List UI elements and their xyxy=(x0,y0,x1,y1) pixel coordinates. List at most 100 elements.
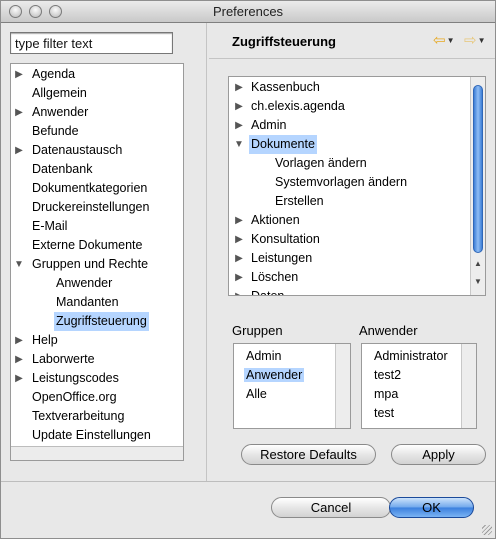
rights-vertical-scrollbar[interactable]: ▲ ▼ xyxy=(470,77,485,295)
nav-item[interactable]: ▶ Datenaustausch xyxy=(11,141,183,160)
item-label: Daten xyxy=(251,289,285,296)
nav-item[interactable]: Zugriffsteuerung xyxy=(11,312,183,331)
item-label: ch.elexis.agenda xyxy=(251,99,345,113)
item-label: Erstellen xyxy=(275,194,324,208)
item-label: Leistungscodes xyxy=(32,371,119,385)
collapsed-arrow-icon[interactable]: ▶ xyxy=(14,103,24,122)
rights-list: ▶ Kassenbuch ▶ ch.elexis.agenda ▶ Admin ▼ Dokum… xyxy=(229,77,485,296)
nav-item[interactable]: E-Mail xyxy=(11,217,183,236)
restore-defaults-button[interactable]: Restore Defaults xyxy=(241,444,376,465)
item-label: Datenaustausch xyxy=(32,143,123,157)
ok-button[interactable]: OK xyxy=(389,497,474,518)
item-label: Systemvorlagen ändern xyxy=(275,175,408,189)
nav-item[interactable]: OpenOffice.org xyxy=(11,388,183,407)
item-label: Anwender xyxy=(56,276,113,290)
collapsed-arrow-icon[interactable]: ▶ xyxy=(14,331,24,350)
nav-item[interactable]: ▶ Laborwerte xyxy=(11,350,183,369)
item-label: Mandanten xyxy=(56,295,119,309)
collapsed-arrow-icon[interactable]: ▶ xyxy=(234,97,244,116)
preference-nav-tree[interactable]: ▶ Agenda Allgemein ▶ Anwender Befunde ▶ Datenau… xyxy=(10,63,184,461)
header-divider xyxy=(209,58,495,59)
item-label: Textverarbeitung xyxy=(32,409,125,423)
nav-item[interactable]: Externe Dokumente xyxy=(11,236,183,255)
scroll-up-arrow-icon[interactable]: ▲ xyxy=(471,259,485,268)
rights-item[interactable]: ▶ Konsultation xyxy=(229,230,485,249)
forward-arrow-icon: ⇨ xyxy=(464,32,477,49)
scrollbar-thumb[interactable] xyxy=(473,85,483,253)
rights-item[interactable]: Erstellen xyxy=(229,192,485,211)
rights-item[interactable]: ▶ Leistungen xyxy=(229,249,485,268)
expanded-arrow-icon[interactable]: ▼ xyxy=(234,135,244,154)
list-item-label: test2 xyxy=(374,368,402,382)
nav-item[interactable]: Dokumentkategorien xyxy=(11,179,183,198)
item-label: Zugriffsteuerung xyxy=(54,312,149,331)
nav-item[interactable]: ▼ Gruppen und Rechte xyxy=(11,255,183,274)
resize-grip-icon[interactable] xyxy=(482,525,492,535)
nav-item[interactable]: ▶ Leistungscodes xyxy=(11,369,183,388)
forward-button[interactable]: ⇨▼ xyxy=(464,33,486,49)
scroll-down-arrow-icon[interactable]: ▼ xyxy=(471,277,485,286)
nav-item[interactable]: Datenbank xyxy=(11,160,183,179)
rights-item[interactable]: ▶ Kassenbuch xyxy=(229,78,485,97)
apply-button[interactable]: Apply xyxy=(391,444,486,465)
nav-item[interactable]: Allgemein xyxy=(11,84,183,103)
item-label: Help xyxy=(32,333,58,347)
collapsed-arrow-icon[interactable]: ▶ xyxy=(14,65,24,84)
collapsed-arrow-icon[interactable]: ▶ xyxy=(234,249,244,268)
nav-horizontal-scrollbar[interactable] xyxy=(11,446,183,460)
collapsed-arrow-icon[interactable]: ▶ xyxy=(234,116,244,135)
collapsed-arrow-icon[interactable]: ▶ xyxy=(14,141,24,160)
collapsed-arrow-icon[interactable]: ▶ xyxy=(14,350,24,369)
collapsed-arrow-icon[interactable]: ▶ xyxy=(14,369,24,388)
back-button[interactable]: ⇦▼ xyxy=(433,33,455,49)
nav-item[interactable]: Befunde xyxy=(11,122,183,141)
nav-item[interactable]: Mandanten xyxy=(11,293,183,312)
groups-list[interactable]: Admin Anwender Alle xyxy=(233,343,351,429)
nav-item[interactable]: Anwender xyxy=(11,274,183,293)
collapsed-arrow-icon[interactable]: ▶ xyxy=(234,287,244,295)
list-item-label: test xyxy=(374,406,395,420)
item-label: Datenbank xyxy=(32,162,93,176)
rights-item[interactable]: ▼ Dokumente xyxy=(229,135,485,154)
rights-item[interactable]: ▶ Daten xyxy=(229,287,485,296)
collapsed-arrow-icon[interactable]: ▶ xyxy=(234,230,244,249)
filter-input[interactable] xyxy=(10,32,173,54)
pane-divider[interactable] xyxy=(206,23,207,481)
list-item-label: Anwender xyxy=(244,368,305,382)
rights-item[interactable]: ▶ Aktionen xyxy=(229,211,485,230)
collapsed-arrow-icon[interactable]: ▶ xyxy=(234,211,244,230)
list-item-label: mpa xyxy=(374,387,399,401)
users-scrollbar[interactable] xyxy=(461,344,476,428)
item-label: Löschen xyxy=(251,270,299,284)
rights-item[interactable]: ▶ ch.elexis.agenda xyxy=(229,97,485,116)
title-bar[interactable]: Preferences xyxy=(1,1,495,23)
nav-item[interactable]: Textverarbeitung xyxy=(11,407,183,426)
users-rows: Administrator test2 mpa test xyxy=(362,344,476,423)
nav-item[interactable]: ▶ Help xyxy=(11,331,183,350)
rights-tree[interactable]: ▶ Kassenbuch ▶ ch.elexis.agenda ▶ Admin ▼ Dokum… xyxy=(228,76,486,296)
collapsed-arrow-icon[interactable]: ▶ xyxy=(234,268,244,287)
nav-item[interactable]: ▶ Anwender xyxy=(11,103,183,122)
groups-scrollbar[interactable] xyxy=(335,344,350,428)
item-label: Agenda xyxy=(32,67,76,81)
list-item-label: Alle xyxy=(246,387,267,401)
item-label: Gruppen und Rechte xyxy=(32,257,149,271)
item-label: Druckereinstellungen xyxy=(32,200,150,214)
users-list[interactable]: Administrator test2 mpa test xyxy=(361,343,477,429)
cancel-button[interactable]: Cancel xyxy=(271,497,391,518)
rights-item[interactable]: ▶ Löschen xyxy=(229,268,485,287)
nav-item[interactable]: Update Einstellungen xyxy=(11,426,183,445)
nav-item[interactable]: ▶ Agenda xyxy=(11,65,183,84)
expanded-arrow-icon[interactable]: ▼ xyxy=(14,255,24,274)
item-label: Leistungen xyxy=(251,251,313,265)
list-item-label: Administrator xyxy=(374,349,448,363)
nav-item[interactable]: Druckereinstellungen xyxy=(11,198,183,217)
rights-item[interactable]: Vorlagen ändern xyxy=(229,154,485,173)
footer-divider xyxy=(1,481,495,482)
rights-item[interactable]: ▶ Admin xyxy=(229,116,485,135)
item-label: E-Mail xyxy=(32,219,68,233)
rights-item[interactable]: Systemvorlagen ändern xyxy=(229,173,485,192)
collapsed-arrow-icon[interactable]: ▶ xyxy=(234,78,244,97)
item-label: Befunde xyxy=(32,124,79,138)
item-label: Externe Dokumente xyxy=(32,238,143,252)
